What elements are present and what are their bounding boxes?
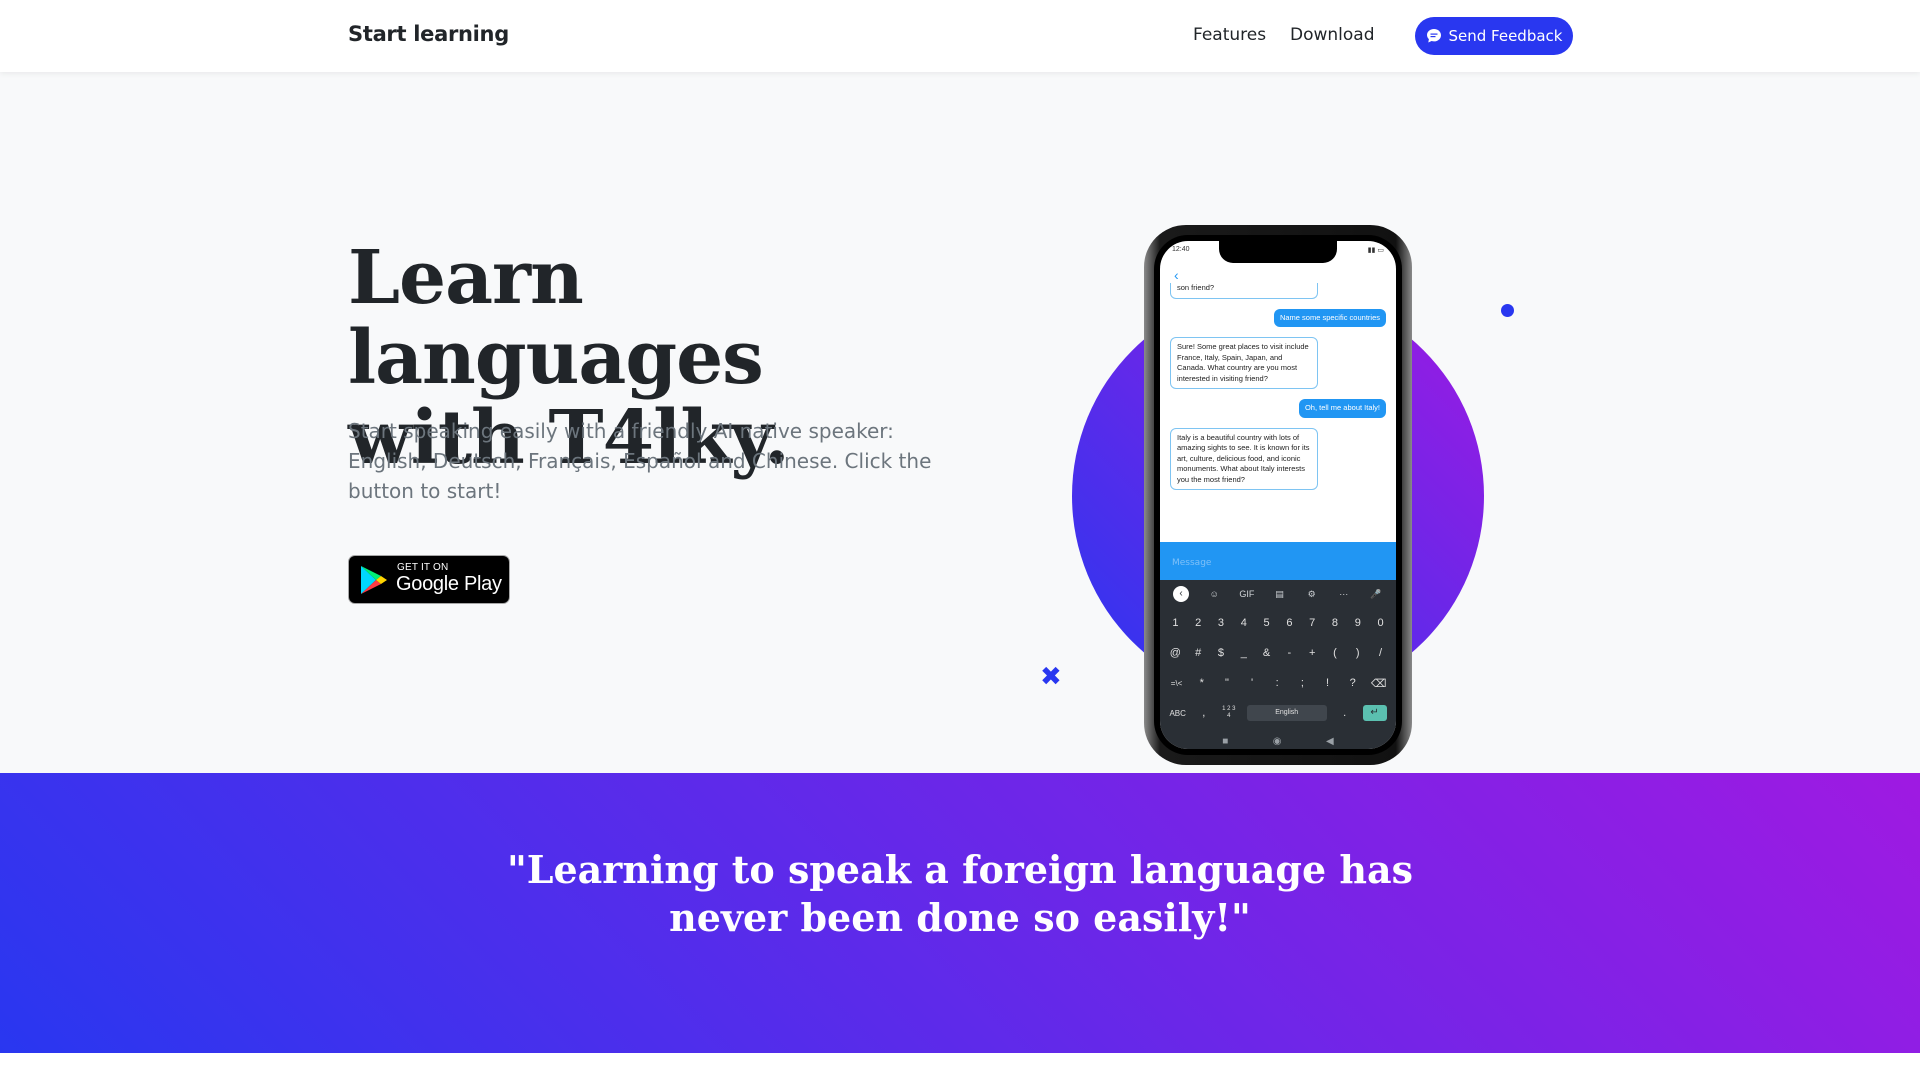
chat-bubble-icon (1426, 29, 1441, 43)
quote-line1: "Learning to speak a foreign language ha… (506, 847, 1413, 892)
decorative-dot (1501, 304, 1514, 317)
chat-message-bot: Sure! Some great places to visit include… (1170, 337, 1318, 389)
key[interactable]: ) (1351, 647, 1365, 659)
keyboard-toolbar: ‹ ☺ GIF ▤ ⚙ ··· 🎤 (1160, 580, 1396, 608)
navbar: Start learning Features Download Send Fe… (0, 0, 1920, 72)
numpad-key[interactable]: 1 2 3 4 (1222, 706, 1236, 720)
key[interactable]: & (1260, 647, 1274, 659)
google-play-icon (361, 566, 387, 594)
emoji-icon[interactable]: ☺ (1207, 589, 1221, 599)
nav-link-download[interactable]: Download (1290, 25, 1375, 45)
enter-key[interactable]: ↵ (1362, 705, 1387, 721)
chat-message-bot: son friend? (1170, 283, 1318, 299)
back-arrow-icon[interactable]: ‹ (1174, 267, 1179, 283)
message-bar (1160, 542, 1396, 580)
key[interactable]: ! (1321, 677, 1335, 689)
decorative-x-icon: ✖ (1040, 661, 1062, 691)
key[interactable]: 4 (1237, 617, 1251, 629)
message-input[interactable] (1172, 558, 1384, 568)
key[interactable]: # (1191, 647, 1205, 659)
key[interactable]: @ (1168, 647, 1182, 659)
keyboard-row-bottom: ABC , 1 2 3 4 English . ↵ (1160, 698, 1396, 728)
key[interactable]: . (1338, 707, 1352, 719)
hero-section: Learn languages with T4lky. Start speaki… (0, 72, 1920, 773)
space-key[interactable]: English (1246, 705, 1327, 721)
key[interactable]: ? (1346, 677, 1360, 689)
key[interactable]: : (1270, 677, 1284, 689)
key[interactable]: ; (1295, 677, 1309, 689)
send-feedback-button[interactable]: Send Feedback (1415, 17, 1573, 55)
key[interactable]: =\< (1170, 679, 1184, 688)
status-time: 12:40 (1172, 246, 1190, 253)
keyboard-collapse-icon[interactable]: ‹ (1173, 586, 1190, 602)
nav-link-features[interactable]: Features (1193, 25, 1266, 45)
key[interactable]: * (1195, 677, 1209, 689)
abc-key[interactable]: ABC (1169, 709, 1185, 718)
send-feedback-label: Send Feedback (1448, 27, 1563, 45)
recent-apps-icon[interactable]: ■ (1222, 736, 1228, 747)
quote-text: "Learning to speak a foreign language ha… (0, 846, 1920, 942)
quote-line2: never been done so easily!" (669, 895, 1251, 940)
quote-section: "Learning to speak a foreign language ha… (0, 773, 1920, 1053)
key[interactable]: ( (1328, 647, 1342, 659)
settings-icon[interactable]: ⚙ (1305, 589, 1319, 600)
phone-notch (1219, 241, 1337, 263)
phone-mockup: 12:40 ▮▮ ▭ ‹ son friend? Name some speci… (1144, 225, 1412, 765)
key[interactable]: 0 (1374, 617, 1388, 629)
key[interactable]: 7 (1305, 617, 1319, 629)
android-nav-bar: ■ ◉ ◀ (1160, 728, 1396, 749)
key[interactable]: / (1374, 647, 1388, 659)
brand-link[interactable]: Start learning (348, 22, 509, 46)
key[interactable]: , (1197, 707, 1211, 719)
key[interactable]: ' (1245, 677, 1259, 689)
key[interactable]: $ (1214, 647, 1228, 659)
google-play-small-text: GET IT ON (397, 562, 449, 573)
key[interactable]: 8 (1328, 617, 1342, 629)
key[interactable]: 5 (1260, 617, 1274, 629)
chat-message-bot: Italy is a beautiful country with lots o… (1170, 427, 1318, 490)
key[interactable]: 2 (1191, 617, 1205, 629)
keyboard-row-numbers: 1 2 3 4 5 6 7 8 9 0 (1160, 608, 1396, 638)
key[interactable]: _ (1237, 647, 1251, 659)
key[interactable]: - (1282, 647, 1296, 659)
battery-icon: ▮▮ ▭ (1367, 247, 1384, 254)
chat-message-user: Name some specific countries (1273, 308, 1386, 327)
gif-button[interactable]: GIF (1239, 589, 1254, 599)
key[interactable]: + (1305, 647, 1319, 659)
microphone-icon[interactable]: 🎤 (1369, 589, 1383, 600)
more-icon[interactable]: ··· (1337, 589, 1351, 599)
key[interactable]: 1 (1168, 617, 1182, 629)
phone-bezel: 12:40 ▮▮ ▭ ‹ son friend? Name some speci… (1154, 235, 1402, 755)
chat-message-user: Oh, tell me about Italy! (1298, 399, 1386, 418)
backspace-icon[interactable]: ⌫ (1371, 677, 1387, 690)
page-bottom (0, 1053, 1920, 1080)
on-screen-keyboard: ‹ ☺ GIF ▤ ⚙ ··· 🎤 1 2 3 4 5 6 7 8 9 0 @ … (1160, 580, 1396, 749)
key[interactable]: " (1220, 677, 1234, 689)
key[interactable]: 6 (1282, 617, 1296, 629)
home-icon[interactable]: ◉ (1273, 736, 1282, 747)
google-play-badge[interactable]: GET IT ON Google Play (348, 555, 510, 604)
phone-screen: 12:40 ▮▮ ▭ ‹ son friend? Name some speci… (1160, 241, 1396, 749)
key[interactable]: 3 (1214, 617, 1228, 629)
hero-title-line1: Learn languages (348, 235, 764, 401)
clipboard-icon[interactable]: ▤ (1272, 589, 1286, 600)
google-play-big-text: Google Play (396, 573, 502, 595)
hero-subtitle: Start speaking easily with a friendly AI… (348, 419, 932, 503)
back-icon[interactable]: ◀ (1326, 736, 1334, 747)
keyboard-row-punctuation: =\< * " ' : ; ! ? ⌫ (1160, 668, 1396, 698)
chat-log: son friend? Name some specific countries… (1160, 283, 1396, 500)
keyboard-row-symbols: @ # $ _ & - + ( ) / (1160, 638, 1396, 668)
key[interactable]: 9 (1351, 617, 1365, 629)
